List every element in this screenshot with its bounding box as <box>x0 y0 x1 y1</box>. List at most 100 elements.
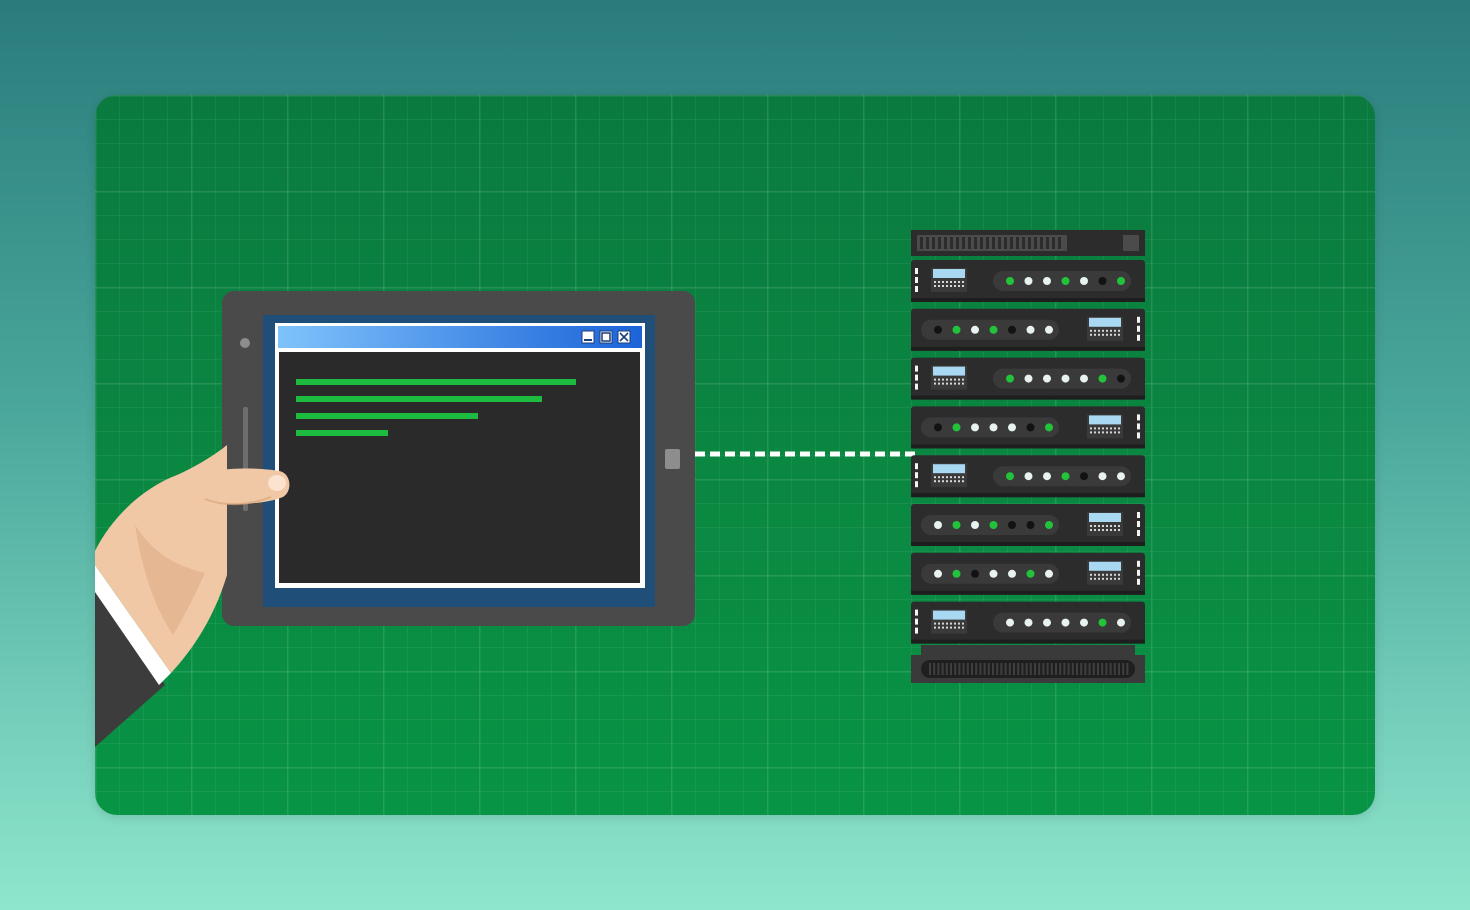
status-led-icon <box>934 521 942 529</box>
vent-slot <box>986 237 989 249</box>
vent-slot <box>933 663 936 675</box>
server-unit <box>911 357 1145 400</box>
status-led-icon <box>1061 277 1070 285</box>
server-unit <box>911 406 1145 449</box>
server-unit <box>911 260 1145 302</box>
vent-slot <box>1050 663 1053 675</box>
status-led-icon <box>1024 472 1033 481</box>
handle-mark <box>915 277 918 283</box>
server-unit <box>911 455 1145 498</box>
vent-slot <box>1071 663 1074 675</box>
status-led-icon <box>1080 618 1088 627</box>
status-led-icon <box>1080 472 1088 481</box>
handle-mark <box>1137 569 1140 576</box>
status-led-icon <box>1098 472 1107 481</box>
illustration-card <box>95 95 1375 815</box>
vent-slot <box>974 237 977 249</box>
handle-mark <box>915 383 918 390</box>
status-led-icon <box>1043 277 1051 285</box>
terminal-window[interactable] <box>275 323 645 588</box>
vent-slot <box>1034 663 1036 675</box>
status-led-icon <box>952 569 961 578</box>
status-led-icon <box>1061 374 1070 383</box>
vent-slot <box>1058 237 1061 249</box>
vent-slot <box>1113 663 1116 675</box>
status-led-icon <box>952 521 961 529</box>
server-unit-edge <box>911 444 1145 449</box>
status-led-icon <box>971 569 979 578</box>
handle-mark <box>915 481 918 488</box>
handle-mark <box>915 463 918 470</box>
vent-slot <box>1004 663 1007 675</box>
minimize-icon[interactable] <box>581 330 595 344</box>
status-led-icon <box>1024 277 1033 285</box>
vent-slot <box>958 663 961 675</box>
display-panel-icon <box>931 365 967 390</box>
status-led-icon <box>989 569 998 578</box>
vent-slot <box>1105 663 1108 675</box>
maximize-icon[interactable] <box>599 330 613 344</box>
vent-slot <box>945 663 948 675</box>
vent-slot <box>1080 663 1083 675</box>
vent-slot <box>1084 663 1087 675</box>
home-button-icon <box>665 449 680 469</box>
vent-slot <box>954 663 957 675</box>
close-icon[interactable] <box>617 330 631 344</box>
status-led-icon <box>1045 569 1053 578</box>
vent-slot <box>1042 663 1045 675</box>
status-led-icon <box>1117 618 1125 627</box>
vent-slot <box>983 663 986 675</box>
vent-slot <box>950 663 952 675</box>
status-led-icon <box>1026 569 1035 578</box>
vent-slot <box>938 237 941 249</box>
display-panel-icon <box>931 609 967 634</box>
vent-slot <box>1010 237 1013 249</box>
status-led-icon <box>934 569 942 578</box>
vent-slot <box>929 663 931 675</box>
vent-slot <box>1046 237 1049 249</box>
handle-mark <box>915 627 918 634</box>
vent-slot <box>1008 663 1011 675</box>
vent-slot <box>941 663 944 675</box>
vent-slot <box>962 237 965 249</box>
status-led-icon <box>1024 374 1033 383</box>
vent-slot <box>1088 663 1091 675</box>
vent-slot <box>968 237 971 249</box>
terminal-line <box>296 413 478 419</box>
vent-slot <box>1063 663 1066 675</box>
display-panel-icon <box>1087 414 1123 439</box>
vent-slot <box>1022 237 1025 249</box>
scene-svg <box>95 230 1145 747</box>
status-led-icon <box>1006 472 1014 481</box>
camera-icon <box>240 338 250 348</box>
server-unit-edge <box>911 298 1145 302</box>
server-rack <box>911 230 1145 683</box>
rack-bottom-spacer <box>921 645 1135 655</box>
status-led-icon <box>1026 521 1035 529</box>
status-led-icon <box>1043 374 1051 383</box>
handle-mark <box>1137 560 1140 567</box>
vent-slot <box>1097 663 1099 675</box>
terminal-line <box>296 430 388 436</box>
terminal-area[interactable] <box>279 352 640 583</box>
vent-slot <box>971 663 973 675</box>
vent-slot <box>1059 663 1062 675</box>
server-unit <box>911 601 1145 644</box>
terminal-line <box>296 379 576 385</box>
vent-slot <box>992 663 994 675</box>
vent-slot <box>1126 663 1129 675</box>
status-led-icon <box>934 423 942 432</box>
status-led-icon <box>971 325 979 334</box>
status-led-icon <box>989 325 998 334</box>
vent-slot <box>1017 663 1020 675</box>
status-led-icon <box>952 423 961 432</box>
vent-slot <box>937 663 940 675</box>
terminal-line <box>296 396 542 402</box>
vent-slot <box>1034 237 1037 249</box>
status-led-icon <box>1008 569 1016 578</box>
handle-mark <box>1137 334 1140 341</box>
status-led-icon <box>1008 423 1016 432</box>
vent-slot <box>1055 663 1057 675</box>
server-unit <box>911 552 1145 595</box>
handle-mark <box>915 286 918 292</box>
